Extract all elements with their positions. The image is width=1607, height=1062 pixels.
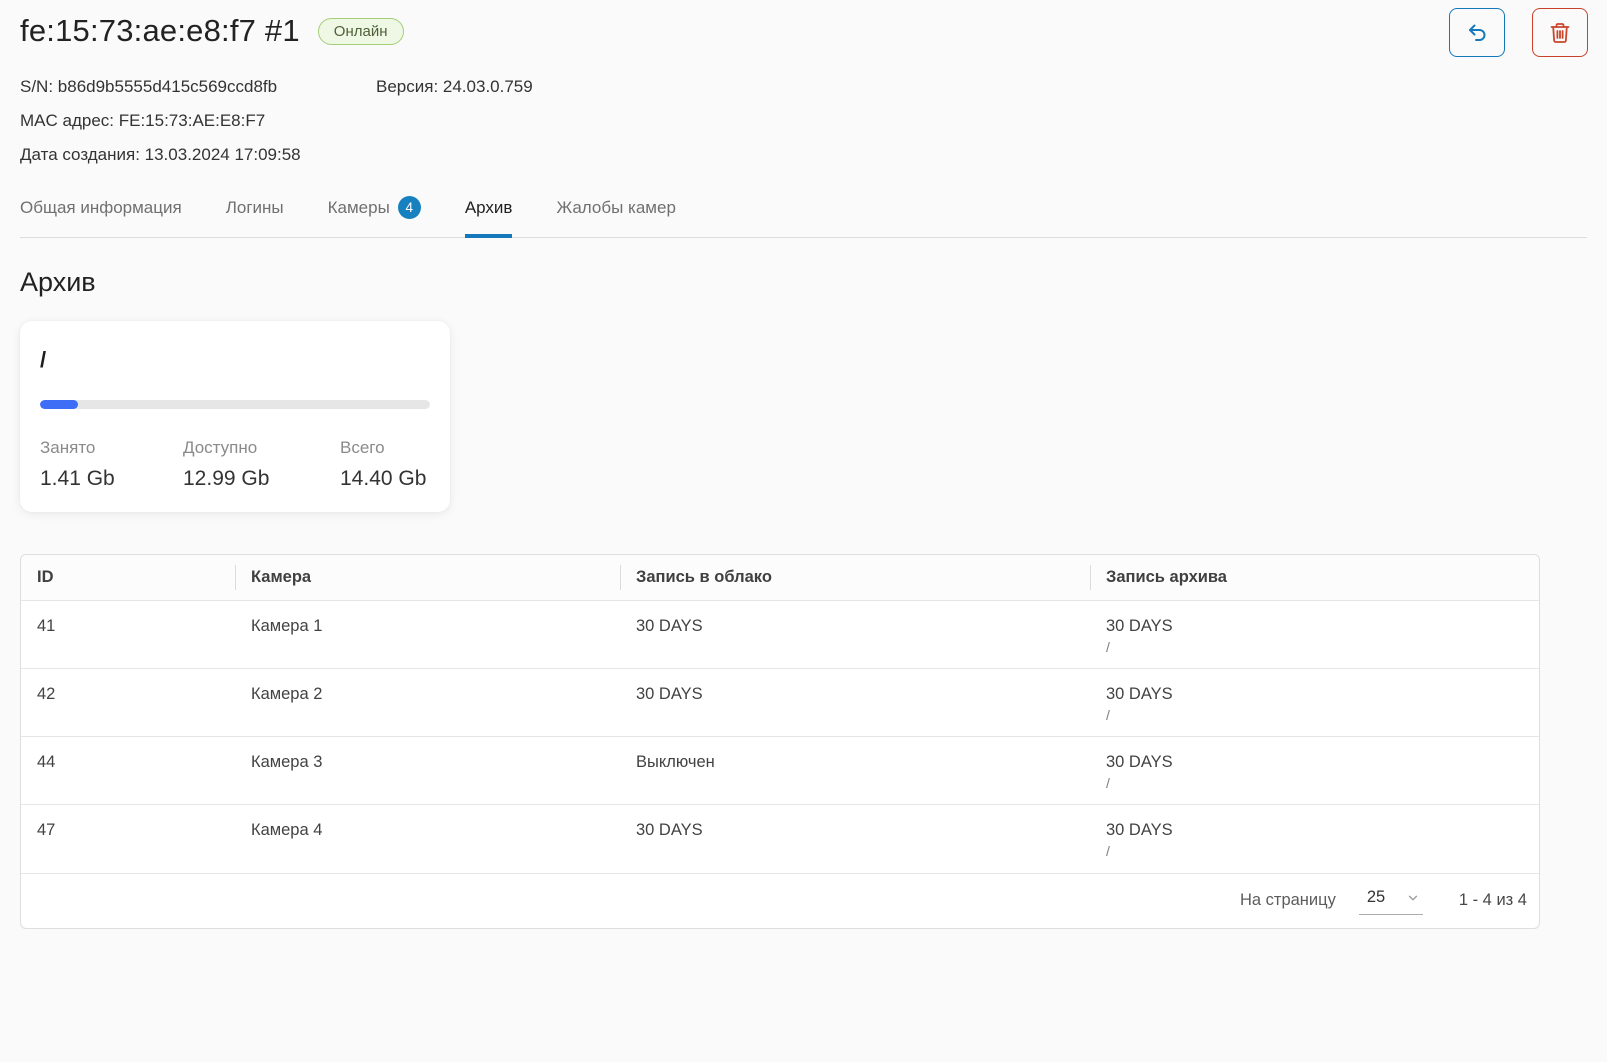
storage-stats: Занято 1.41 Gb Доступно 12.99 Gb Всего 1… [40, 438, 430, 491]
cell-id: 47 [21, 805, 235, 873]
page-header: fe:15:73:ae:e8:f7 #1 Онлайн [20, 0, 1587, 49]
cell-archive: 30 DAYS / [1090, 737, 1539, 805]
stat-label: Доступно [183, 438, 340, 458]
back-button[interactable] [1449, 8, 1505, 57]
table-pagination: На страницу 25 1 - 4 из 4 [21, 873, 1539, 928]
delete-button[interactable] [1532, 8, 1588, 57]
tab-bar: Общая информация Логины Камеры 4 Архив Ж… [20, 190, 1587, 238]
column-header-archive-recording: Запись архива [1090, 555, 1539, 601]
archive-duration: 30 DAYS [1106, 753, 1173, 771]
archive-path: / [1106, 639, 1523, 657]
tab-general-info[interactable]: Общая информация [20, 190, 182, 238]
table-header-row: ID Камера Запись в облако Запись архива [21, 555, 1539, 601]
storage-progress-fill [40, 400, 78, 409]
trash-icon [1548, 21, 1572, 45]
stat-total: Всего 14.40 Gb [340, 438, 430, 491]
archive-duration: 30 DAYS [1106, 617, 1173, 635]
cell-cloud: 30 DAYS [620, 669, 1090, 737]
cell-archive: 30 DAYS / [1090, 805, 1539, 873]
cameras-table: ID Камера Запись в облако Запись архива … [20, 554, 1540, 929]
page-title: fe:15:73:ae:e8:f7 #1 [20, 13, 300, 49]
cell-cloud: Выключен [620, 737, 1090, 805]
cameras-count-badge: 4 [398, 196, 421, 219]
per-page-label: На страницу [1240, 891, 1336, 910]
archive-duration: 30 DAYS [1106, 685, 1173, 703]
column-header-camera: Камера [235, 555, 620, 601]
table-row: 44 Камера 3 Выключен 30 DAYS / [21, 737, 1539, 805]
mac-address: MAC адрес: FE:15:73:AE:E8:F7 [20, 111, 265, 131]
undo-arrow-icon [1465, 21, 1489, 45]
column-header-cloud-recording: Запись в облако [620, 555, 1090, 601]
cell-cloud: 30 DAYS [620, 601, 1090, 669]
tab-logins[interactable]: Логины [226, 190, 284, 238]
table-row: 41 Камера 1 30 DAYS 30 DAYS / [21, 601, 1539, 669]
tab-label: Логины [226, 198, 284, 218]
status-badge: Онлайн [318, 18, 404, 45]
serial-number: S/N: b86d9b5555d415c569ccd8fb [20, 77, 376, 97]
pagination-range: 1 - 4 из 4 [1459, 891, 1527, 910]
tab-label: Общая информация [20, 198, 182, 218]
mount-point: / [40, 347, 430, 373]
stat-label: Занято [40, 438, 183, 458]
stat-used: Занято 1.41 Gb [40, 438, 183, 491]
tab-camera-complaints[interactable]: Жалобы камер [556, 190, 675, 238]
archive-path: / [1106, 843, 1523, 861]
stat-value: 14.40 Gb [340, 467, 430, 491]
archive-path: / [1106, 707, 1523, 725]
header-actions [1449, 8, 1588, 57]
cell-camera: Камера 4 [235, 805, 620, 873]
tab-cameras[interactable]: Камеры 4 [328, 190, 421, 238]
stat-value: 12.99 Gb [183, 467, 340, 491]
archive-duration: 30 DAYS [1106, 821, 1173, 839]
tab-label: Архив [465, 198, 513, 218]
creation-date: Дата создания: 13.03.2024 17:09:58 [20, 145, 301, 165]
per-page-value: 25 [1367, 888, 1385, 907]
cell-id: 42 [21, 669, 235, 737]
cell-id: 44 [21, 737, 235, 805]
tab-label: Камеры [328, 198, 390, 218]
stat-value: 1.41 Gb [40, 467, 183, 491]
cell-camera: Камера 1 [235, 601, 620, 669]
chevron-down-icon [1406, 891, 1420, 905]
archive-path: / [1106, 775, 1523, 793]
tab-archive[interactable]: Архив [465, 190, 513, 238]
storage-progress-bar [40, 400, 430, 409]
storage-card: / Занято 1.41 Gb Доступно 12.99 Gb Всего… [20, 321, 450, 512]
table-row: 47 Камера 4 30 DAYS 30 DAYS / [21, 805, 1539, 873]
cell-archive: 30 DAYS / [1090, 669, 1539, 737]
cell-archive: 30 DAYS / [1090, 601, 1539, 669]
firmware-version: Версия: 24.03.0.759 [376, 77, 533, 97]
stat-available: Доступно 12.99 Gb [183, 438, 340, 491]
cell-camera: Камера 3 [235, 737, 620, 805]
column-header-id: ID [21, 555, 235, 601]
table-row: 42 Камера 2 30 DAYS 30 DAYS / [21, 669, 1539, 737]
cell-camera: Камера 2 [235, 669, 620, 737]
per-page-select[interactable]: 25 [1359, 886, 1423, 915]
device-detail-page: fe:15:73:ae:e8:f7 #1 Онлайн [0, 0, 1607, 929]
tab-label: Жалобы камер [556, 198, 675, 218]
section-title: Архив [20, 267, 1587, 298]
stat-label: Всего [340, 438, 430, 458]
cell-cloud: 30 DAYS [620, 805, 1090, 873]
cell-id: 41 [21, 601, 235, 669]
device-meta: S/N: b86d9b5555d415c569ccd8fb Версия: 24… [20, 77, 1587, 165]
